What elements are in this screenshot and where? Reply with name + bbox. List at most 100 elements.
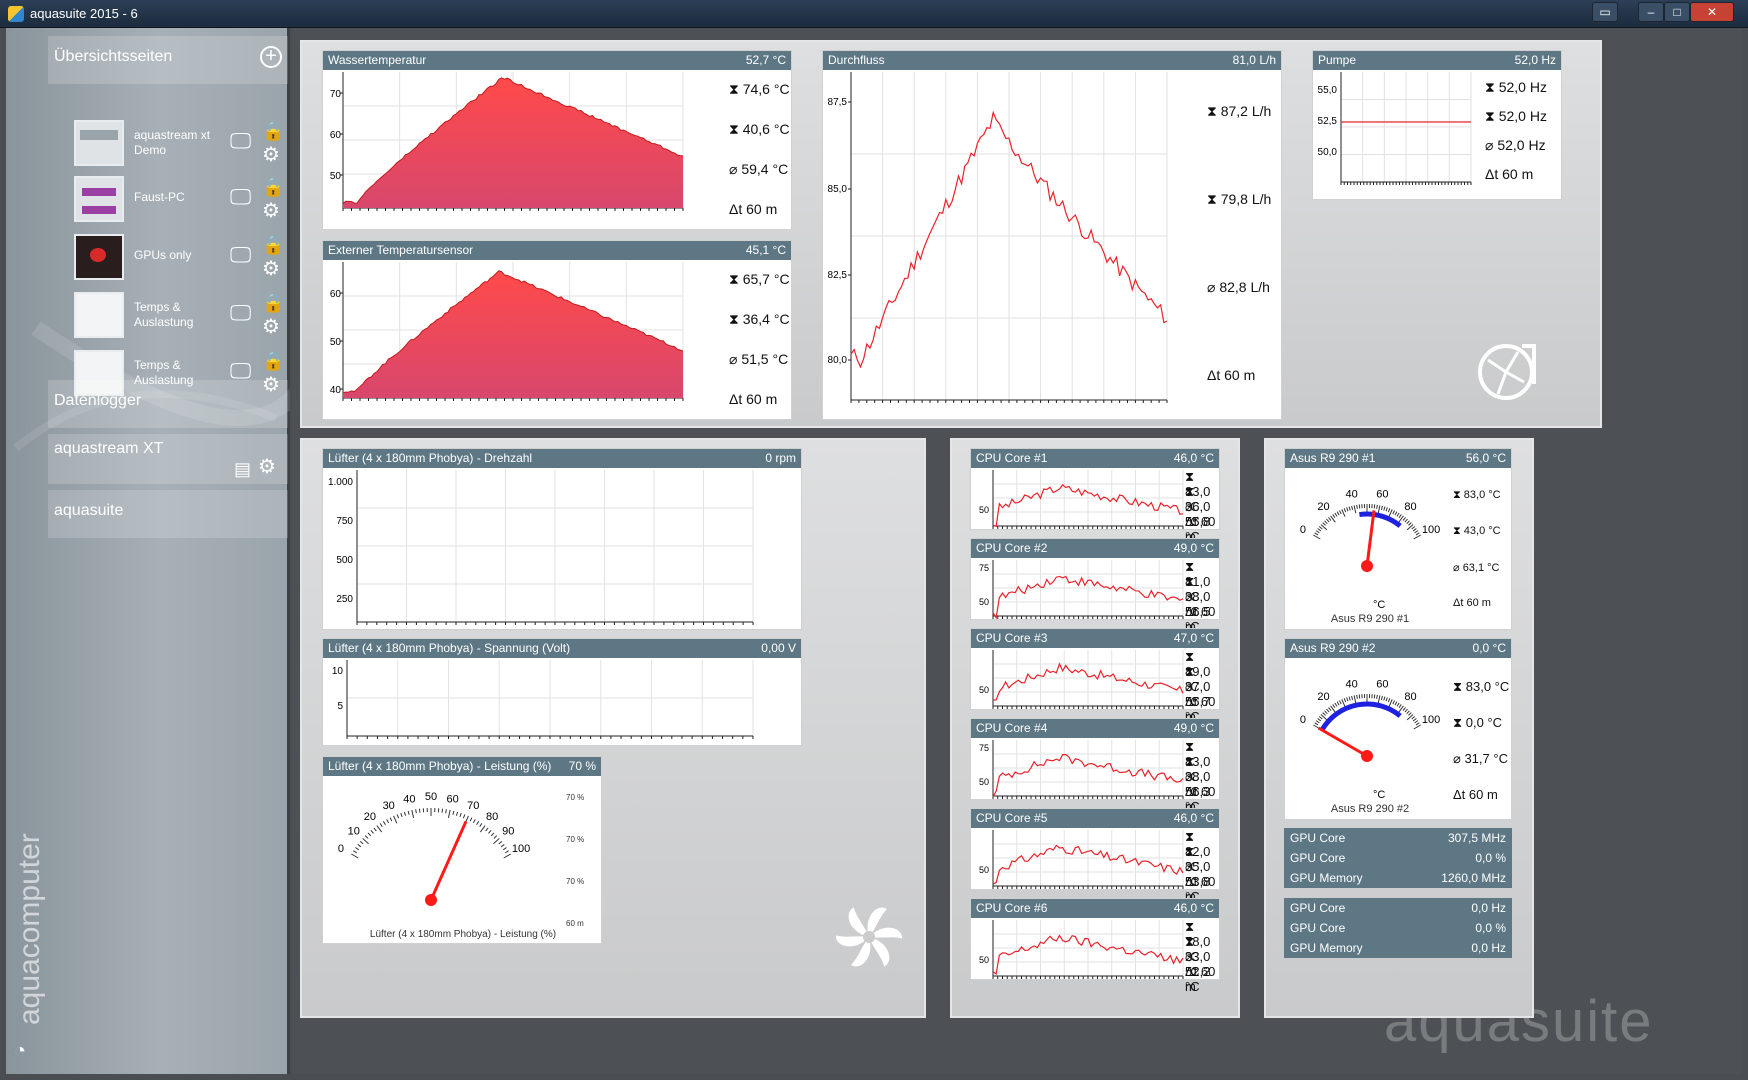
y-tick: 55,0 — [1318, 85, 1338, 96]
widget-gpu1[interactable]: Asus R9 290 #1 56,0 °C 0 20 40 60 80 100 °C As… — [1284, 448, 1512, 630]
widget-water-temp[interactable]: Wassertemperatur 52,7 °C 70 60 50 ⧗ 74,6 … — [322, 50, 792, 230]
monitor-icon[interactable]: 🖵 — [230, 302, 251, 324]
widget-cpu-core[interactable]: CPU Core #6 46,0 °C 50 ⧗ 78,0 °C ⧗ 33,0 °… — [970, 898, 1220, 994]
page-item-aquastream[interactable]: aquastream xt Demo 🖵 🔒 ⚙ — [72, 116, 288, 170]
gauge-tick — [1408, 712, 1412, 716]
gauge-label: 0 — [1300, 714, 1306, 726]
lock-icon[interactable]: 🔒 — [262, 176, 284, 198]
info-row: GPU Core 0,0 % — [1290, 851, 1506, 865]
y-tick: 500 — [336, 555, 353, 566]
gauge-tick — [1406, 520, 1410, 525]
lock-icon[interactable]: 🔒 — [262, 234, 284, 256]
gear-icon[interactable]: ⚙ — [262, 258, 280, 280]
widget-cpu-core[interactable]: CPU Core #2 49,0 °C 75 50 ⧗ 81,0 °C ⧗ 38,0… — [970, 538, 1220, 634]
stats-block: ⧗ 74,6 °C ⧗ 40,6 °C ⌀ 59,4 °C Δt 60 m — [729, 81, 790, 241]
minimize-button[interactable]: – — [1638, 2, 1664, 22]
add-page-icon[interactable]: + — [260, 46, 282, 68]
widget-fan-power[interactable]: Lüfter (4 x 180mm Phobya) - Leistung (%)… — [322, 756, 602, 944]
lock-icon[interactable]: 🔒 — [262, 120, 284, 142]
widget-cpu-core[interactable]: CPU Core #5 46,0 °C 50 ⧗ 82,0 °C ⧗ 35,0 °… — [970, 808, 1220, 904]
widget-header: CPU Core #5 46,0 °C — [971, 809, 1219, 828]
lock-icon[interactable]: 🔒 — [262, 292, 284, 314]
gear-icon[interactable]: ⚙ — [262, 144, 280, 166]
widget-gpu2[interactable]: Asus R9 290 #2 0,0 °C 0 20 40 60 80 100 °C Asu… — [1284, 638, 1512, 820]
gauge-unit: °C — [1373, 599, 1386, 611]
overview-pages-header[interactable]: Übersichtsseiten + — [48, 36, 288, 84]
aquasuite-label: aquasuite — [54, 502, 124, 519]
monitor-icon[interactable]: 🖵 — [230, 360, 251, 382]
avg-value: ⌀ 59,4 °C — [729, 161, 789, 177]
page-item-gpus-only[interactable]: GPUs only 🖵 🔒 ⚙ — [72, 230, 288, 284]
widget-title: CPU Core #6 — [976, 901, 1048, 915]
gear-icon[interactable]: ⚙ — [258, 456, 276, 478]
stats-block: ⧗ 81,0 °C ⧗ 38,0 °C ⌀ 56,5 °C Δt 60 m — [1185, 559, 1219, 634]
gear-icon[interactable]: ⚙ — [262, 200, 280, 222]
save-icon[interactable]: ▤ — [234, 458, 251, 480]
gauge-tick — [1413, 724, 1421, 730]
chart-fan-volt: 10 5 — [332, 660, 754, 739]
widget-header: Wassertemperatur 52,7 °C — [323, 51, 791, 70]
chart-cpu-core: 50 — [979, 920, 1184, 979]
widget-pump[interactable]: Pumpe 52,0 Hz 55,0 52,5 50,0 ⧗ 52,0 Hz ⧗ … — [1312, 50, 1562, 200]
panel-water: Wassertemperatur 52,7 °C 70 60 50 ⧗ 74,6 … — [300, 40, 1602, 428]
widget-title: Lüfter (4 x 180mm Phobya) - Drehzahl — [328, 451, 533, 465]
gauge-tick — [459, 812, 462, 818]
widget-cpu-core[interactable]: CPU Core #1 46,0 °C 50 ⧗ 83,0 °C ⧗ 36,0 °… — [970, 448, 1220, 544]
widget-header: Asus R9 290 #2 0,0 °C — [1285, 639, 1511, 658]
gpu-info-2: GPU Core 0,0 Hz GPU Core 0,0 % GPU Memory 0… — [1284, 898, 1512, 958]
aquasuite-section[interactable]: aquasuite — [48, 490, 288, 538]
gauge-tick — [1358, 694, 1361, 699]
max-value: ⧗ 87,2 L/h — [1207, 103, 1272, 119]
gauge-tick — [1348, 506, 1351, 511]
gauge-tick — [1380, 695, 1383, 700]
gauge-tick — [1326, 518, 1330, 523]
maximize-button[interactable]: □ — [1664, 2, 1690, 22]
widget-value: 49,0 °C — [1173, 721, 1214, 735]
widget-cpu-core[interactable]: CPU Core #3 47,0 °C 50 ⧗ 89,0 °C ⧗ 37,0 °… — [970, 628, 1220, 724]
gauge-tick — [476, 821, 480, 825]
gauge-tick — [1385, 507, 1388, 512]
gauge-tick — [1317, 718, 1322, 722]
min-value: ⧗ 79,8 L/h — [1207, 191, 1272, 207]
widget-fan-rpm[interactable]: Lüfter (4 x 180mm Phobya) - Drehzahl 0 rp… — [322, 448, 802, 630]
lock-icon[interactable]: 🔒 — [262, 350, 284, 372]
widget-external-temp[interactable]: Externer Temperatursensor 45,1 °C 60 50 4… — [322, 240, 792, 420]
gauge-tick — [1334, 702, 1338, 707]
monitor-icon[interactable]: 🖵 — [230, 186, 251, 208]
gauge-tick — [364, 835, 369, 839]
datalogger-section[interactable]: Datenlogger — [48, 380, 288, 428]
gauge-tick — [1315, 720, 1320, 724]
gauge-tick — [1356, 504, 1358, 509]
gauge-tick — [1353, 695, 1357, 704]
monitor-icon[interactable]: 🖵 — [230, 130, 251, 152]
gauge-tick — [1394, 511, 1398, 516]
stats-block: ⧗ 83,0 °C ⧗ 43,0 °C ⌀ 63,1 °C Δt 60 m — [1453, 489, 1501, 637]
gauge-tick — [1343, 698, 1347, 703]
widget-flow[interactable]: Durchfluss 81,0 L/h 87,5 85,0 82,5 80,0 ⧗… — [822, 50, 1282, 420]
gear-icon[interactable]: ⚙ — [262, 316, 280, 338]
page-item-temps-1[interactable]: Temps & Auslastung 🖵 🔒 ⚙ — [72, 288, 288, 342]
gauge-tick — [1376, 504, 1378, 509]
gauge-label: 40 — [1345, 489, 1357, 501]
y-tick: 52,5 — [1318, 116, 1338, 127]
widget-fan-volt[interactable]: Lüfter (4 x 180mm Phobya) - Spannung (Vo… — [322, 638, 802, 746]
close-button[interactable]: ✕ — [1690, 2, 1734, 22]
page-item-faust-pc[interactable]: Faust-PC 🖵 🔒 ⚙ — [72, 172, 288, 226]
rss-icon[interactable]: ◔ — [14, 1040, 26, 1063]
device-section[interactable]: aquastream XT ▤ ⚙ — [48, 434, 288, 484]
page-label: GPUs only — [134, 248, 192, 262]
gauge-tick — [500, 843, 505, 848]
panel-fans: Lüfter (4 x 180mm Phobya) - Drehzahl 0 rp… — [300, 438, 926, 1018]
widget-cpu-core[interactable]: CPU Core #4 49,0 °C 75 50 ⧗ 83,0 °C ⧗ 38,0… — [970, 718, 1220, 814]
gauge-unit: °C — [1373, 789, 1386, 801]
gauge-tick — [1314, 722, 1319, 726]
stats-block: ⧗ 65,7 °C ⧗ 36,4 °C ⌀ 51,5 °C Δt 60 m — [729, 271, 790, 431]
window-title: aquasuite 2015 - 6 — [30, 6, 138, 21]
gauge-tick — [1387, 508, 1391, 513]
restore-view-icon[interactable]: ▭ — [1592, 2, 1618, 22]
gauge-tick — [1376, 694, 1378, 699]
chart-water-temp: 70 60 50 — [330, 72, 684, 211]
gauge-caption: Asus R9 290 #1 — [1330, 613, 1410, 625]
monitor-icon[interactable]: 🖵 — [230, 244, 251, 266]
overview-pages-title: Übersichtsseiten — [54, 48, 173, 65]
